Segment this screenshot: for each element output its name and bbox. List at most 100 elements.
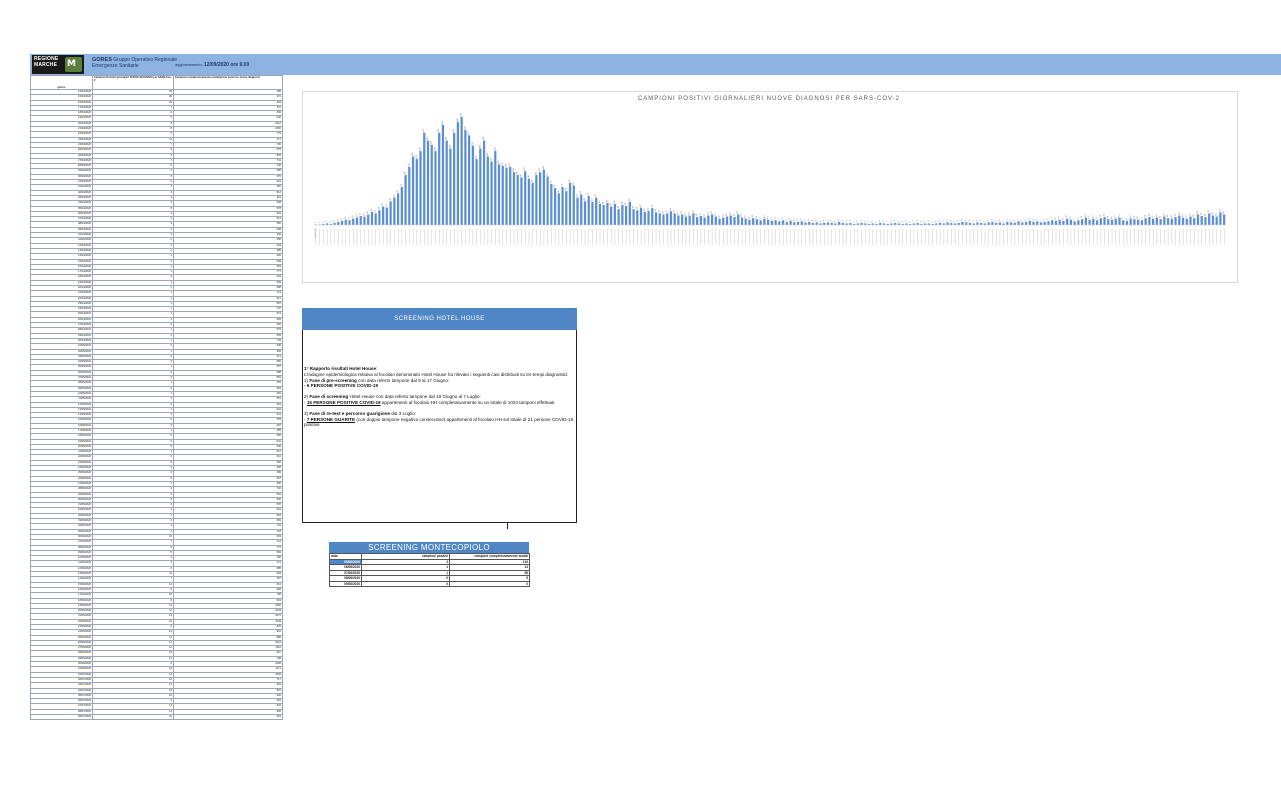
chart-bar	[359, 216, 362, 225]
chart-tick-mark	[457, 229, 459, 245]
chart-data-label: 95	[517, 171, 519, 174]
chart-tick-mark	[394, 229, 395, 245]
chart-tick-mark	[738, 229, 739, 245]
chart-tick-mark	[577, 229, 578, 245]
chart-bar	[367, 214, 370, 225]
header-tested[interactable]: Campioni complessivamente testati(primo …	[173, 75, 283, 90]
chart-data-label: 14	[704, 214, 706, 217]
chart-data-label: 14	[1118, 214, 1120, 217]
chart-tick-mark	[1123, 229, 1124, 245]
chart-tick-mark	[924, 229, 926, 245]
chart-data-label: 108	[505, 163, 507, 167]
chart-tick-mark	[554, 229, 556, 245]
chart-data-label: 22	[659, 209, 661, 212]
chart-data-label: 5	[965, 219, 967, 221]
chart-bar	[408, 167, 411, 225]
chart-bar	[400, 187, 403, 225]
chart-bar	[1062, 220, 1065, 225]
chart-data-label: 105	[543, 165, 545, 169]
table-row[interactable]: 09/07/2020 21 823	[30, 714, 283, 721]
chart-tick-mark	[1186, 229, 1188, 245]
chart-bar	[894, 222, 897, 225]
chart-data-label: 20	[367, 210, 369, 213]
chart-tick-mark	[1093, 229, 1094, 245]
chart-data-label: 14	[1085, 214, 1087, 217]
cell-tested[interactable]: 823	[173, 714, 283, 721]
chart-data-label: 110	[408, 162, 410, 166]
chart-bar	[606, 202, 609, 225]
chart-tick-mark	[1190, 229, 1191, 245]
chart-data-label: 3	[984, 220, 986, 222]
chart-data-label: 205	[461, 112, 463, 116]
cell-positive[interactable]: 21	[92, 714, 174, 721]
mc-cell-positive[interactable]: 0	[361, 580, 450, 587]
chart-data-label: 24	[1219, 208, 1221, 211]
chart-tick-mark	[947, 229, 948, 245]
chart-tick-mark	[1197, 229, 1199, 245]
chart-tick-mark	[984, 229, 986, 245]
chart-tick-mark	[416, 229, 418, 245]
chart-bar	[494, 151, 497, 225]
chart-tick-mark	[521, 229, 522, 245]
chart-data-label: 5	[1021, 219, 1023, 221]
chart-bar	[998, 222, 1001, 225]
chart-bar	[938, 222, 942, 225]
chart-tick-mark	[835, 229, 836, 245]
chart-bar	[796, 221, 800, 225]
chart-bar	[419, 151, 422, 225]
chart-data-label: 38	[621, 201, 623, 204]
chart-data-label: 12	[1171, 215, 1173, 218]
chart-bar	[677, 215, 680, 225]
chart-data-label: 6	[797, 218, 799, 220]
chart-data-label: 150	[472, 141, 474, 145]
mc-cell-date[interactable]: 09/08/2020	[329, 580, 362, 587]
chart-bar	[1099, 218, 1102, 225]
chart-bar	[632, 209, 635, 225]
header-positive[interactable]: Campioni Positivi giornalieri NUOVE DIAG…	[92, 75, 174, 90]
chart-tick-mark	[468, 229, 470, 245]
chart-data-label: 4	[812, 219, 814, 221]
chart-tick-mark	[730, 229, 732, 245]
chart-data-label: 72	[401, 183, 403, 186]
chart-tick-mark	[607, 229, 608, 245]
cell-date[interactable]: 09/07/2020	[30, 714, 93, 721]
chart-bar	[490, 161, 493, 225]
table-row[interactable]: 09/08/2020 0 0	[329, 580, 530, 587]
chart-bar	[1024, 221, 1028, 225]
chart-tick-mark	[891, 229, 892, 245]
chart-bar	[445, 140, 448, 225]
chart-bar	[557, 193, 560, 225]
header-date[interactable]: giorno	[30, 75, 93, 90]
chart-tick-mark	[846, 229, 847, 245]
chart-tick-mark	[913, 229, 915, 245]
chart-bar	[580, 194, 583, 225]
chart-bar	[703, 217, 706, 225]
chart-bar	[811, 222, 815, 225]
chart-data-label: 5	[793, 219, 795, 221]
chart-data-label: 4	[334, 219, 336, 221]
chart-data-label: 4	[894, 219, 896, 221]
chart-tick-mark	[461, 229, 462, 245]
chart-bar	[1036, 221, 1039, 225]
chart-tick-mark	[368, 229, 369, 245]
chart-bar	[602, 204, 605, 225]
chart-tick-mark	[625, 229, 627, 245]
mc-cell-total[interactable]: 0	[449, 580, 530, 587]
chart-data-label: 6	[1006, 218, 1008, 220]
chart-tick-mark	[345, 229, 347, 245]
chart-bar	[527, 178, 531, 225]
chart-tick-mark	[1063, 229, 1064, 245]
chart-tick-mark	[831, 229, 832, 245]
chart-tick-mark	[700, 229, 702, 245]
chart-data-label: 8	[1029, 217, 1031, 219]
chart-bar	[344, 219, 347, 225]
chart-bar	[628, 201, 631, 225]
chart-tick-mark	[674, 229, 675, 245]
chart-bar	[662, 214, 665, 225]
chart-tick-mark	[1070, 229, 1072, 245]
chart-bar	[460, 116, 463, 225]
table-header-row: giorno Campioni Positivi giornalieri NUO…	[30, 75, 283, 90]
chart-data-label: 120	[491, 157, 493, 161]
chart-tick-mark	[371, 229, 373, 245]
chart-data-label: 30	[618, 205, 620, 208]
